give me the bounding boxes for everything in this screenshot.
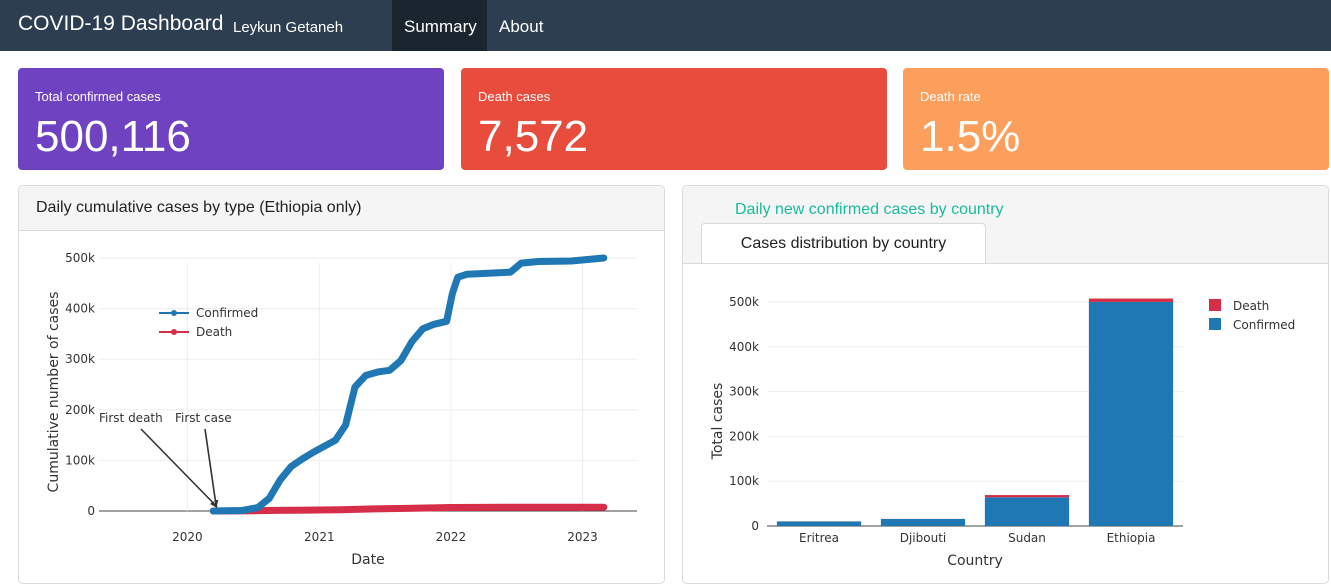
- y-tick-label: 0: [87, 504, 95, 518]
- y-tick-label: 0: [751, 519, 759, 533]
- y-tick-label: 400k: [65, 302, 95, 316]
- legend-swatch: [1209, 299, 1221, 311]
- legend-label: Death: [1233, 299, 1269, 313]
- tab-about[interactable]: About: [487, 0, 555, 51]
- series-line-death: [209, 503, 608, 515]
- x-axis-title: Country: [947, 553, 1003, 569]
- tab-daily-new-cases[interactable]: Daily new confirmed cases by country: [735, 201, 1004, 219]
- bar-confirmed: [776, 521, 862, 526]
- tab-cases-distribution[interactable]: Cases distribution by country: [701, 223, 986, 263]
- legend-marker: [171, 310, 177, 316]
- y-tick-label: 200k: [65, 403, 95, 417]
- y-axis-title: Total cases: [710, 383, 726, 461]
- x-tick-label: Sudan: [1008, 531, 1046, 545]
- bar-confirmed: [984, 497, 1070, 526]
- app-title[interactable]: COVID-19 Dashboard: [18, 12, 223, 36]
- y-tick-label: 500k: [729, 295, 759, 309]
- value-box-label: Total confirmed cases: [35, 89, 161, 104]
- annotation-first-case: First case: [175, 411, 232, 425]
- x-tick-label: Ethiopia: [1107, 531, 1156, 545]
- value-box-death-rate: Death rate 1.5%: [903, 68, 1329, 170]
- bar-chart[interactable]: 0 100k 200k 300k 400k 500k Eritrea Djibouti Suda…: [683, 264, 1328, 583]
- y-tick-label: 100k: [65, 453, 95, 467]
- card-title: Daily cumulative cases by type (Ethiopia…: [36, 199, 362, 216]
- line-chart[interactable]: 0 100k 200k 300k 400k 500k 2020 2021 2022 2023 Dat…: [19, 231, 664, 583]
- x-axis-title: Date: [351, 552, 384, 568]
- tab-summary[interactable]: Summary: [392, 0, 487, 51]
- legend-label: Death: [196, 325, 232, 339]
- legend-label: Confirmed: [1233, 318, 1295, 332]
- x-tick-label: 2022: [436, 530, 467, 544]
- bar-confirmed: [880, 518, 966, 526]
- annotation-arrow: [140, 428, 218, 508]
- value-box-value: 500,116: [35, 112, 191, 161]
- value-box-value: 7,572: [478, 112, 589, 161]
- app-subtitle: Leykun Getaneh: [233, 19, 344, 36]
- y-tick-label: 300k: [729, 385, 759, 399]
- x-tick-label: Eritrea: [799, 531, 839, 545]
- y-tick-label: 300k: [65, 352, 95, 366]
- legend-marker: [171, 329, 177, 335]
- x-tick-label: 2020: [172, 530, 203, 544]
- card-header: Daily new confirmed cases by country Cas…: [683, 186, 1328, 264]
- y-tick-label: 400k: [729, 340, 759, 354]
- bar-death: [984, 495, 1070, 498]
- y-axis-title: Cumulative number of cases: [46, 292, 62, 493]
- bar-confirmed: [1088, 301, 1174, 526]
- value-box-label: Death rate: [920, 89, 981, 104]
- value-box-value: 1.5%: [920, 112, 1021, 161]
- annotation-first-death: First death: [99, 411, 163, 425]
- x-tick-label: 2021: [304, 530, 335, 544]
- legend-swatch: [1209, 318, 1221, 330]
- y-tick-label: 200k: [729, 429, 759, 443]
- country-distribution-card: Daily new confirmed cases by country Cas…: [682, 185, 1329, 584]
- legend-label: Confirmed: [196, 306, 258, 320]
- value-box-label: Death cases: [478, 89, 551, 104]
- card-header: Daily cumulative cases by type (Ethiopia…: [19, 186, 664, 231]
- value-box-confirmed: Total confirmed cases 500,116: [18, 68, 444, 170]
- y-tick-label: 100k: [729, 474, 759, 488]
- bar-death: [1088, 298, 1174, 302]
- cumulative-cases-card: Daily cumulative cases by type (Ethiopia…: [18, 185, 665, 584]
- y-tick-label: 500k: [65, 251, 95, 265]
- x-tick-label: 2023: [567, 530, 598, 544]
- value-box-deaths: Death cases 7,572: [461, 68, 887, 170]
- series-line-confirmed: [209, 254, 608, 515]
- x-tick-label: Djibouti: [900, 531, 947, 545]
- navbar: COVID-19 Dashboard Leykun Getaneh Summar…: [0, 0, 1331, 51]
